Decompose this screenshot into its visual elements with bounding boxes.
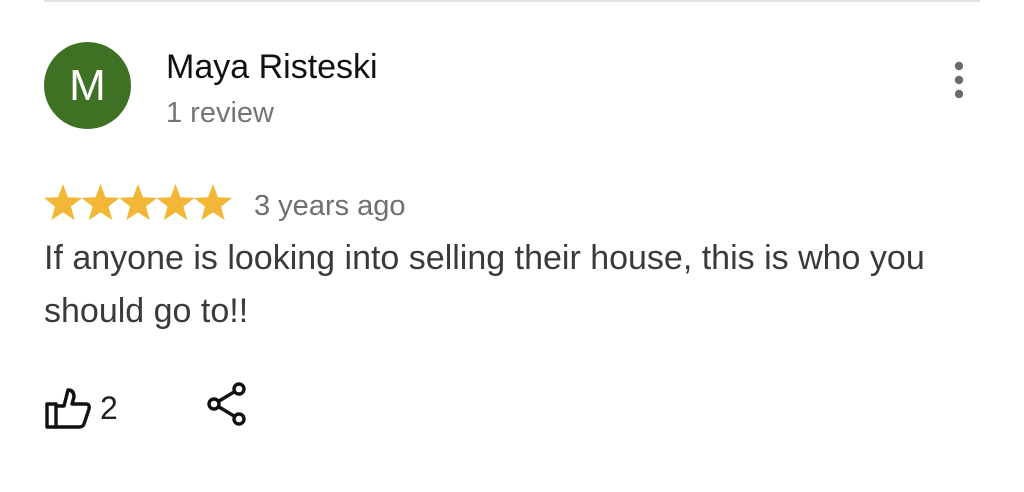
review-text: If anyone is looking into selling their … — [44, 239, 925, 330]
reviewer-name[interactable]: Maya Risteski — [166, 47, 378, 87]
star-icon — [44, 184, 83, 221]
avatar[interactable]: M — [44, 42, 131, 129]
like-count: 2 — [100, 390, 118, 426]
star-icon — [193, 184, 233, 221]
star-rating — [44, 184, 233, 221]
top-divider — [44, 0, 980, 2]
review-time: 3 years ago — [254, 190, 406, 222]
star-icon — [118, 184, 158, 221]
more-vert-icon[interactable] — [944, 58, 974, 102]
review-count[interactable]: 1 review — [166, 95, 274, 131]
star-icon — [81, 184, 120, 221]
star-icon — [156, 184, 195, 221]
thumb-up-icon — [45, 388, 91, 429]
share-icon[interactable] — [202, 380, 250, 428]
like-button[interactable]: 2 — [44, 386, 118, 430]
avatar-letter: M — [69, 60, 106, 110]
